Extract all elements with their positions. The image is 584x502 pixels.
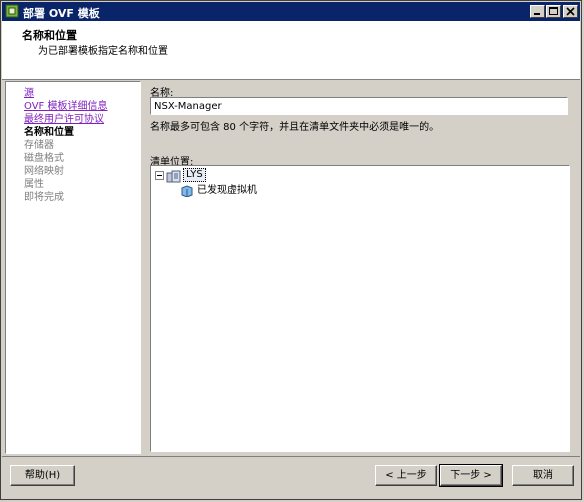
- wizard-button-bar: 帮助(H) < 上一步 下一步 > 取消: [2, 456, 580, 497]
- name-hint: 名称最多可包含 80 个字符，并且在清单文件夹中必须是唯一的。: [150, 122, 440, 133]
- inventory-tree[interactable]: LYS 已发现虚拟机: [150, 165, 570, 452]
- name-input[interactable]: [150, 97, 568, 115]
- cancel-button[interactable]: 取消: [512, 465, 574, 486]
- wizard-content: 名称: 名称最多可包含 80 个字符，并且在清单文件夹中必须是唯一的。 清单位置…: [144, 81, 577, 454]
- page-subtitle: 为已部署模板指定名称和位置: [38, 46, 168, 57]
- tree-root-label[interactable]: LYS: [183, 168, 206, 182]
- next-button[interactable]: 下一步 >: [439, 464, 503, 487]
- close-icon: [566, 7, 575, 16]
- help-button[interactable]: 帮助(H): [10, 465, 75, 486]
- wizard-steps: 源 OVF 模板详细信息 最终用户许可协议 名称和位置 存储器 磁盘格式 网络映…: [5, 81, 141, 454]
- close-button[interactable]: [563, 5, 578, 18]
- window-title: 部署 OVF 模板: [23, 7, 100, 20]
- wizard-header: 名称和位置 为已部署模板指定名称和位置: [2, 21, 580, 80]
- maximize-icon: [549, 7, 558, 15]
- datacenter-icon: [166, 170, 182, 186]
- step-ready-to-complete: 即将完成: [24, 192, 64, 203]
- minimize-icon: [534, 13, 540, 15]
- page-title: 名称和位置: [22, 29, 77, 42]
- title-bar[interactable]: 部署 OVF 模板: [2, 2, 580, 21]
- deploy-ovf-window: 部署 OVF 模板 名称和位置 为已部署模板指定名称和位置 源 OVF 模板详细…: [0, 0, 582, 500]
- minimize-button[interactable]: [530, 5, 545, 18]
- maximize-button[interactable]: [546, 5, 561, 18]
- tree-item-discovered-vms[interactable]: 已发现虚拟机: [197, 185, 257, 197]
- tree-collapse-icon[interactable]: [155, 171, 164, 180]
- app-icon: [5, 4, 19, 18]
- back-button[interactable]: < 上一步: [375, 465, 437, 486]
- folder-icon: [181, 185, 193, 200]
